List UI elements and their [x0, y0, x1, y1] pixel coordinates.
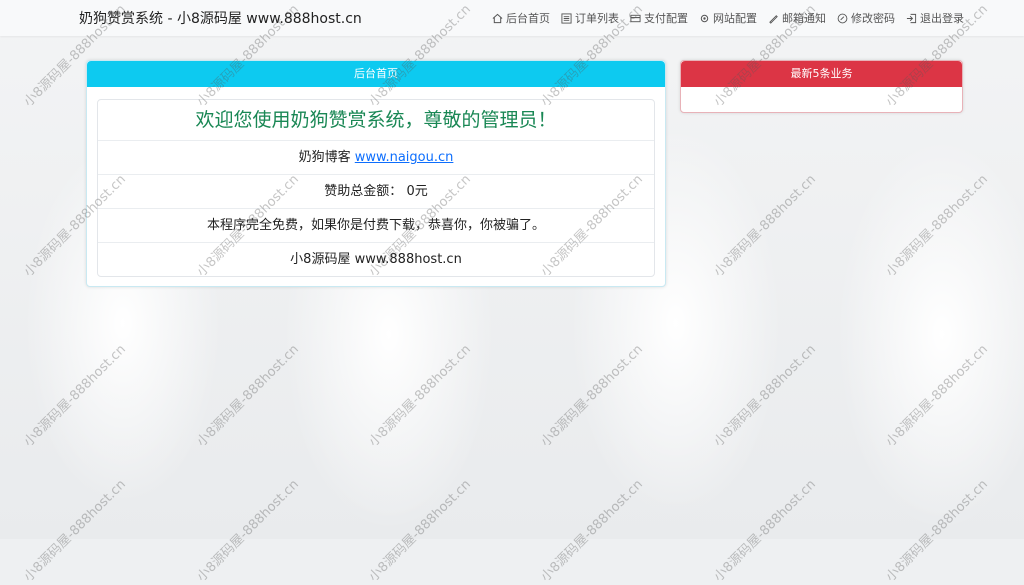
pen-icon	[769, 14, 778, 24]
brand-title[interactable]: 奶狗赞赏系统 - 小8源码屋 www.888host.cn	[79, 8, 362, 28]
nav-item-logout[interactable]: 退出登录	[906, 10, 964, 26]
dashboard-card: 后台首页 欢迎您使用奶狗赞赏系统，尊敬的管理员！ 奶狗博客 www.naigou…	[86, 60, 666, 287]
blog-link[interactable]: www.naigou.cn	[355, 150, 454, 165]
nav-label: 订单列表	[575, 12, 619, 25]
amount-label: 赞助总金额：	[324, 184, 403, 199]
nav-item-payment[interactable]: 支付配置	[630, 10, 688, 26]
blog-row: 奶狗博客 www.naigou.cn	[98, 140, 654, 174]
list-icon	[561, 12, 572, 24]
nav-item-home[interactable]: 后台首页	[492, 10, 550, 26]
nav-label: 邮箱通知	[782, 12, 826, 25]
dashboard-card-header: 后台首页	[87, 61, 665, 87]
nav-menu: 后台首页 订单列表 支付配置 网站配置 邮箱通知 修改密码 退出登录	[492, 10, 964, 26]
nav-label: 后台首页	[506, 12, 550, 25]
nav-label: 修改密码	[851, 12, 895, 25]
logout-icon	[906, 13, 917, 23]
recent-orders-card: 最新5条业务	[680, 60, 963, 113]
nav-item-email[interactable]: 邮箱通知	[768, 10, 826, 26]
notice-row: 本程序完全免费，如果你是付费下载，恭喜你，你被骗了。	[98, 208, 654, 242]
blog-label: 奶狗博客	[298, 150, 351, 165]
amount-value: 0元	[406, 184, 428, 199]
top-navbar: 奶狗赞赏系统 - 小8源码屋 www.888host.cn 后台首页 订单列表 …	[0, 0, 1024, 36]
amount-row: 赞助总金额： 0元	[98, 174, 654, 208]
info-list: 欢迎您使用奶狗赞赏系统，尊敬的管理员！ 奶狗博客 www.naigou.cn 赞…	[97, 99, 655, 277]
nav-label: 网站配置	[713, 12, 757, 25]
circle-check-icon	[837, 13, 848, 23]
recent-orders-header: 最新5条业务	[681, 61, 962, 87]
welcome-row: 欢迎您使用奶狗赞赏系统，尊敬的管理员！	[98, 100, 654, 140]
nav-item-password[interactable]: 修改密码	[837, 10, 895, 26]
card-icon	[630, 14, 641, 22]
footer-text: 小8源码屋 www.888host.cn	[290, 252, 462, 267]
notice-text: 本程序完全免费，如果你是付费下载，恭喜你，你被骗了。	[206, 218, 545, 233]
nav-item-site-config[interactable]: 网站配置	[699, 10, 757, 26]
footer-row: 小8源码屋 www.888host.cn	[98, 242, 654, 276]
nav-label: 退出登录	[920, 12, 964, 25]
gear-icon	[700, 14, 709, 22]
nav-item-orders[interactable]: 订单列表	[561, 10, 619, 26]
home-icon	[492, 13, 503, 23]
nav-label: 支付配置	[644, 12, 688, 25]
welcome-text: 欢迎您使用奶狗赞赏系统，尊敬的管理员！	[195, 109, 557, 131]
